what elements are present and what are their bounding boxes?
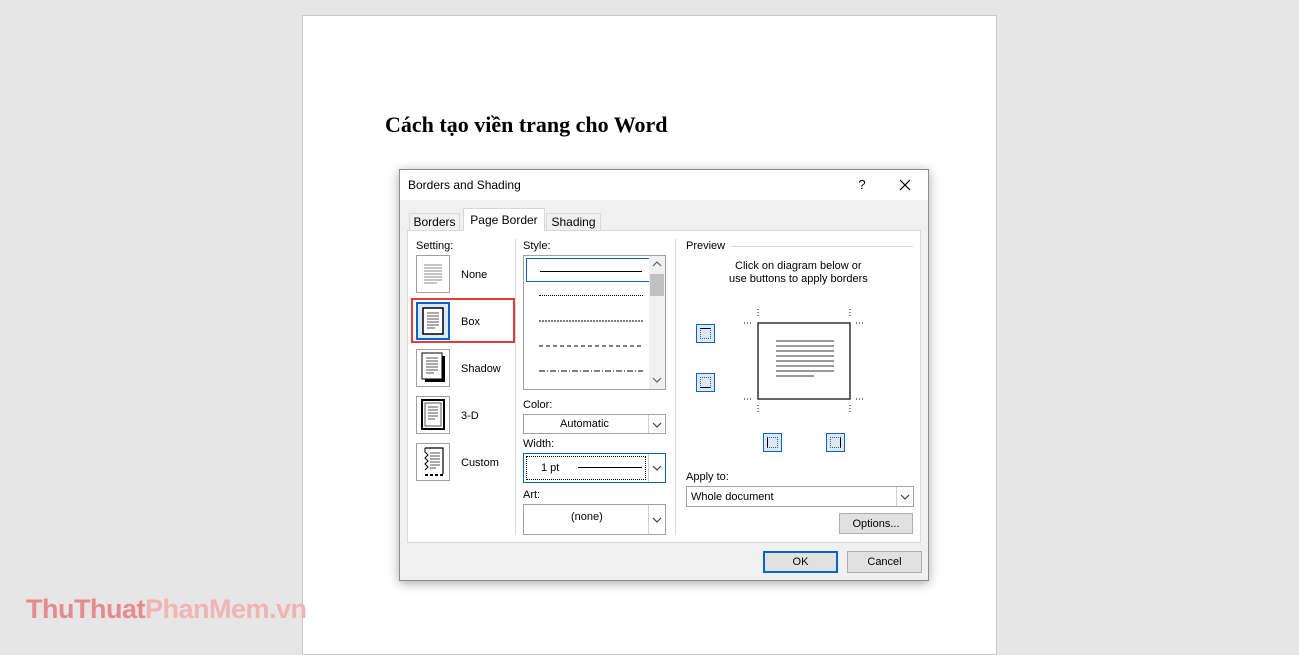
setting-3d-label: 3-D	[461, 410, 479, 422]
watermark-part-1: ThuThuat	[26, 594, 145, 624]
color-dropdown-button[interactable]	[648, 415, 665, 433]
cancel-button[interactable]: Cancel	[847, 551, 922, 573]
art-label: Art:	[523, 489, 541, 501]
setting-none-option[interactable]	[416, 255, 450, 293]
preview-rule	[731, 246, 913, 247]
art-value: (none)	[571, 511, 603, 523]
box-highlight-annotation	[411, 298, 515, 343]
setting-shadow-label: Shadow	[461, 363, 501, 375]
dialog-title: Borders and Shading	[408, 178, 521, 192]
apply-to-value: Whole document	[691, 491, 774, 503]
setting-custom-option[interactable]	[416, 443, 450, 481]
options-button[interactable]: Options...	[839, 513, 913, 534]
top-border-button[interactable]	[696, 324, 715, 343]
color-label: Color:	[523, 399, 553, 411]
style-scrollbar[interactable]	[649, 256, 665, 389]
preview-diagram[interactable]	[744, 309, 864, 413]
left-border-button[interactable]	[763, 433, 782, 452]
page-border-panel: Setting: None Box Shadow 3-D Custom Styl…	[407, 230, 921, 543]
dialog-titlebar: Borders and Shading ?	[400, 170, 928, 200]
style-list[interactable]	[523, 255, 666, 390]
right-border-button[interactable]	[826, 433, 845, 452]
close-icon	[899, 179, 911, 191]
setting-shadow-option[interactable]	[416, 349, 450, 387]
help-button[interactable]: ?	[855, 177, 869, 192]
borders-and-shading-dialog: Borders and Shading ? Borders Page Borde…	[399, 169, 929, 581]
chevron-down-icon	[652, 465, 662, 471]
width-label: Width:	[523, 438, 555, 450]
color-value: Automatic	[560, 418, 609, 430]
column-divider-1	[515, 239, 516, 535]
chevron-down-icon	[652, 517, 662, 523]
bottom-border-button[interactable]	[696, 373, 715, 392]
apply-to-dropdown[interactable]: Whole document	[686, 486, 914, 507]
scroll-down-icon[interactable]	[652, 377, 662, 383]
color-dropdown[interactable]: Automatic	[523, 414, 666, 434]
chevron-down-icon	[652, 422, 662, 428]
page-none-icon	[424, 264, 442, 284]
width-dropdown[interactable]: 1 pt	[523, 453, 666, 483]
style-item-dense-dash[interactable]	[526, 308, 650, 332]
document-heading: Cách tạo viền trang cho Word	[385, 112, 668, 137]
left-border-icon	[767, 437, 778, 448]
preview-instruction-1: Click on diagram below or	[735, 260, 862, 272]
scroll-thumb[interactable]	[650, 274, 664, 296]
tab-borders[interactable]: Borders	[409, 213, 460, 230]
style-item-solid[interactable]	[526, 258, 650, 282]
style-label: Style:	[523, 240, 551, 252]
chevron-down-icon	[900, 494, 910, 500]
ok-button[interactable]: OK	[763, 551, 838, 573]
apply-to-label: Apply to:	[686, 471, 729, 483]
width-sample-line	[578, 467, 642, 468]
style-item-dotted[interactable]	[526, 283, 650, 307]
tab-page-border[interactable]: Page Border	[463, 208, 545, 231]
watermark: ThuThuatPhanMem.vn	[26, 594, 307, 625]
bottom-border-icon	[700, 377, 711, 388]
watermark-part-2: PhanMem	[144, 594, 270, 624]
top-border-icon	[700, 328, 711, 339]
preview-instruction-2: use buttons to apply borders	[729, 273, 868, 285]
preview-label: Preview	[686, 240, 726, 252]
page-3d-icon	[421, 399, 445, 430]
setting-custom-label: Custom	[461, 457, 499, 469]
art-dropdown[interactable]: (none)	[523, 504, 666, 535]
setting-none-label: None	[461, 269, 488, 281]
right-border-icon	[830, 437, 841, 448]
setting-3d-option[interactable]	[416, 396, 450, 434]
width-value: 1 pt	[541, 462, 560, 474]
style-item-dash-dot[interactable]	[526, 358, 650, 382]
page-custom-icon	[424, 447, 444, 476]
watermark-part-3: .vn	[269, 594, 307, 624]
page-shadow-icon	[421, 352, 445, 382]
apply-to-dropdown-button[interactable]	[896, 487, 913, 506]
scroll-up-icon[interactable]	[652, 261, 662, 267]
tab-shading[interactable]: Shading	[546, 213, 601, 230]
art-dropdown-button[interactable]	[648, 505, 665, 534]
width-dropdown-button[interactable]	[648, 454, 665, 482]
close-button[interactable]	[895, 175, 915, 195]
style-item-dash[interactable]	[526, 333, 650, 357]
setting-label: Setting:	[416, 240, 454, 252]
column-divider-2	[675, 239, 676, 535]
